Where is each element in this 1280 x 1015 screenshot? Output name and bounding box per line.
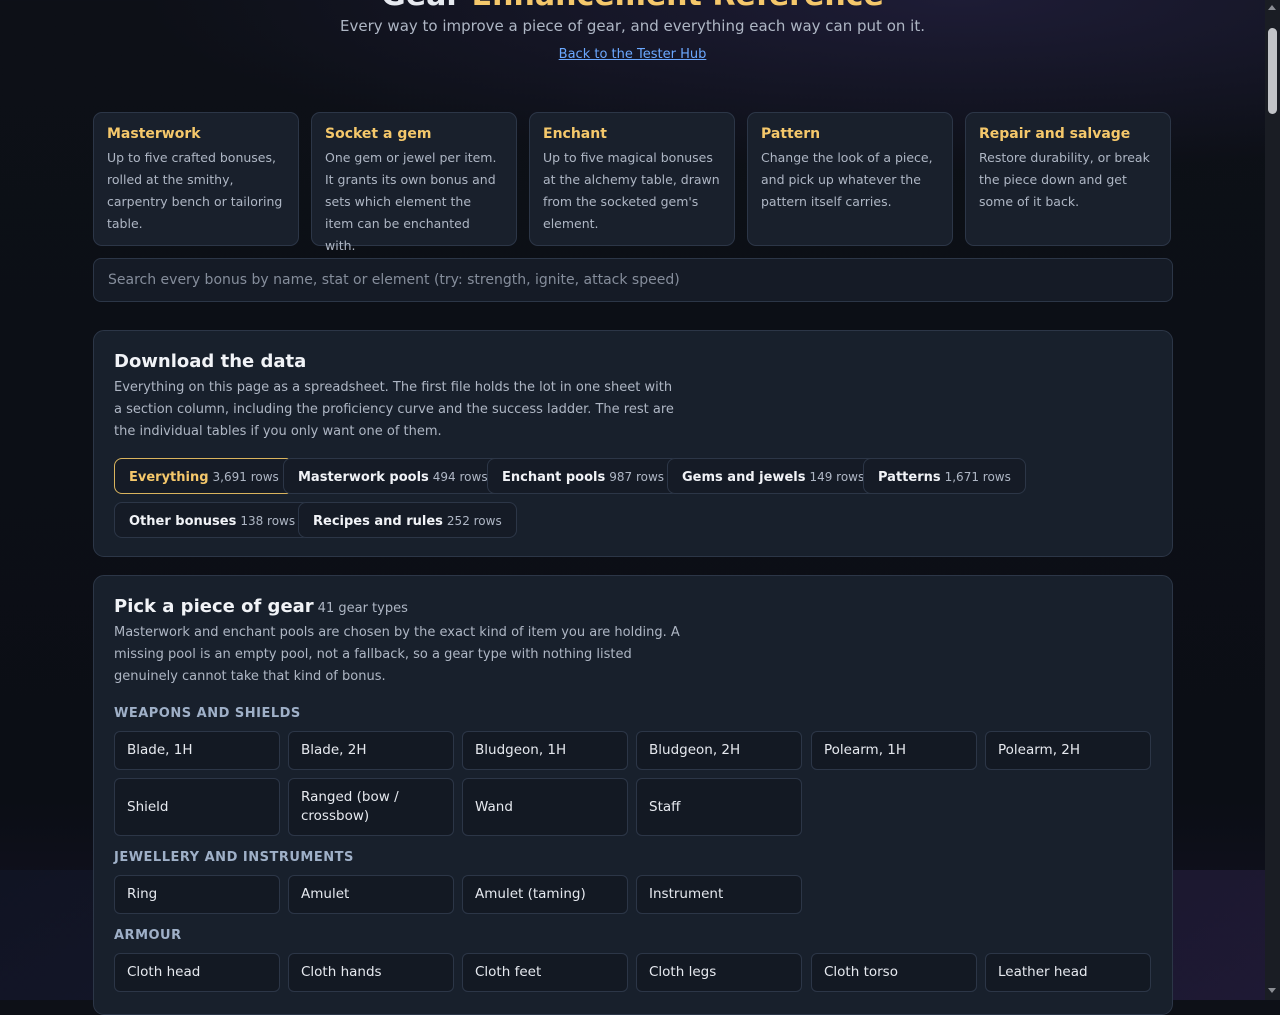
way-card-pattern: Pattern Change the look of a piece, and … [747,112,953,246]
file-label: Patterns [878,470,941,485]
download-enchant-pools-button[interactable]: Enchant pools 987 rows [487,458,680,494]
page-scrollbar[interactable] [1265,0,1280,1000]
download-everything-button[interactable]: Everything 3,691 rows [114,458,294,494]
way-title: Socket a gem [325,126,432,142]
file-row-count: 138 rows [240,514,296,528]
download-patterns-button[interactable]: Patterns 1,671 rows [863,458,1026,494]
gear-bludgeon-2h[interactable]: Bludgeon, 2H [636,731,802,770]
file-label: Gems and jewels [682,470,806,485]
file-label: Enchant pools [502,470,606,485]
gear-leather-head[interactable]: Leather head [985,953,1151,992]
way-title: Enchant [543,126,607,142]
way-desc: Up to five crafted bonuses, rolled at th… [107,150,283,231]
way-desc: Change the look of a piece, and pick up … [761,150,933,209]
file-row-count: 149 rows [809,470,865,484]
gear-blade-2h[interactable]: Blade, 2H [288,731,454,770]
gear-cloth-torso[interactable]: Cloth torso [811,953,977,992]
gear-polearm-2h[interactable]: Polearm, 2H [985,731,1151,770]
gear-shield[interactable]: Shield [114,778,280,836]
download-gems-jewels-button[interactable]: Gems and jewels 149 rows [667,458,880,494]
gear-ring[interactable]: Ring [114,875,280,914]
group-label-jewellery: JEWELLERY AND INSTRUMENTS [114,850,354,865]
gear-polearm-1h[interactable]: Polearm, 1H [811,731,977,770]
gear-amulet-taming[interactable]: Amulet (taming) [462,875,628,914]
page-title-main: Gear [381,0,471,13]
file-label: Recipes and rules [313,514,443,529]
way-card-socket-gem: Socket a gem One gem or jewel per item. … [311,112,517,253]
way-card-enchant: Enchant Up to five magical bonuses at th… [529,112,735,246]
page-title-accent: Enhancement Reference [472,0,884,13]
download-desc: Everything on this page as a spreadsheet… [114,380,674,439]
way-title: Repair and salvage [979,126,1131,142]
gear-picker-panel: Pick a piece of gear 41 gear types Master… [93,575,1173,1015]
gear-ranged[interactable]: Ranged (bow / crossbow) [288,778,454,836]
file-label: Other bonuses [129,514,237,529]
file-row-count: 252 rows [446,514,502,528]
gear-wand[interactable]: Wand [462,778,628,836]
way-desc: Up to five magical bonuses at the alchem… [543,150,720,231]
gear-cloth-feet[interactable]: Cloth feet [462,953,628,992]
scroll-down-arrow-icon[interactable] [1268,988,1276,993]
scrollbar-thumb[interactable] [1268,28,1277,114]
gear-instrument[interactable]: Instrument [636,875,802,914]
gear-amulet[interactable]: Amulet [288,875,454,914]
way-title: Pattern [761,126,821,142]
way-card-masterwork: Masterwork Up to five crafted bonuses, r… [93,112,299,246]
gear-picker-title: Pick a piece of gear 41 gear types [114,596,1152,617]
gear-bludgeon-1h[interactable]: Bludgeon, 1H [462,731,628,770]
bonus-search-input[interactable] [93,258,1173,302]
file-row-count: 494 rows [432,470,488,484]
way-desc: One gem or jewel per item. It grants its… [325,150,497,253]
file-row-count: 987 rows [609,470,665,484]
gear-cloth-hands[interactable]: Cloth hands [288,953,454,992]
scroll-up-arrow-icon[interactable] [1268,5,1276,10]
file-row-count: 3,691 rows [212,470,279,484]
way-card-repair-salvage: Repair and salvage Restore durability, o… [965,112,1171,246]
group-label-armour: ARMOUR [114,928,182,943]
gear-picker-desc: Masterwork and enchant pools are chosen … [114,625,680,684]
download-panel: Download the data Everything on this pag… [93,330,1173,557]
file-label: Masterwork pools [298,470,429,485]
enhancement-ways: Masterwork Up to five crafted bonuses, r… [93,112,1173,253]
back-to-hub-link[interactable]: Back to the Tester Hub [559,47,707,62]
group-label-weapons: WEAPONS AND SHIELDS [114,706,301,721]
download-other-bonuses-button[interactable]: Other bonuses 138 rows [114,502,311,538]
gear-cloth-legs[interactable]: Cloth legs [636,953,802,992]
download-masterwork-pools-button[interactable]: Masterwork pools 494 rows [283,458,503,494]
gear-picker-heading: Pick a piece of gear [114,596,314,617]
page-title: Gear Enhancement Reference [0,0,1265,13]
gear-staff[interactable]: Staff [636,778,802,836]
way-desc: Restore durability, or break the piece d… [979,150,1150,209]
download-title: Download the data [114,351,307,372]
file-row-count: 1,671 rows [944,470,1011,484]
page-subtitle: Every way to improve a piece of gear, an… [340,17,925,35]
gear-type-count: 41 gear types [317,601,408,616]
file-label: Everything [129,470,209,485]
gear-blade-1h[interactable]: Blade, 1H [114,731,280,770]
way-title: Masterwork [107,126,201,142]
gear-cloth-head[interactable]: Cloth head [114,953,280,992]
download-recipes-rules-button[interactable]: Recipes and rules 252 rows [298,502,517,538]
